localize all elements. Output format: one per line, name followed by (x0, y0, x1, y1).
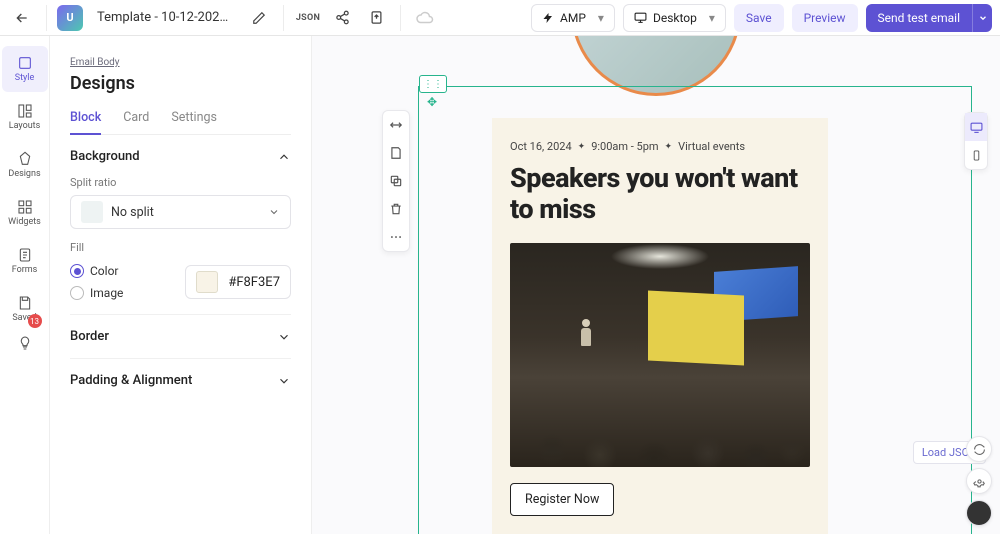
cloud-icon (416, 9, 434, 27)
trash-icon (389, 202, 403, 216)
template-title[interactable]: Template - 10-12-2024 … (89, 10, 239, 25)
split-ratio-select[interactable]: No split (70, 195, 291, 229)
panel-heading: Designs (70, 73, 291, 94)
refresh-button[interactable] (966, 436, 992, 462)
layouts-icon (17, 103, 33, 119)
move-handle[interactable]: ✥ (427, 95, 437, 109)
canvas[interactable]: ⋮⋮ ✥ Oct 16, 2024✦ 9:00am - 5pm✦ Virtual… (312, 36, 1000, 534)
notification-badge: 13 (28, 314, 42, 328)
rail-item-forms[interactable]: Forms (2, 238, 48, 284)
section-border-title: Border (70, 329, 109, 344)
device-toggle (964, 112, 988, 170)
fill-label: Fill (70, 241, 291, 254)
tab-block[interactable]: Block (70, 110, 101, 135)
preview-button[interactable]: Preview (792, 4, 858, 32)
back-button[interactable] (8, 4, 36, 32)
drag-handle[interactable]: ⋮⋮ (419, 75, 447, 93)
json-view-button[interactable]: JSON (294, 4, 322, 32)
card-meta: Oct 16, 2024✦ 9:00am - 5pm✦ Virtual even… (510, 140, 810, 153)
tablet-arrow-icon (369, 10, 384, 25)
tab-settings[interactable]: Settings (171, 110, 217, 134)
designs-icon (17, 151, 33, 167)
tool-delete[interactable] (383, 195, 409, 223)
left-rail: Style Layouts Designs Widgets Forms Save… (0, 36, 50, 534)
pencil-icon (252, 11, 266, 25)
viewport-select[interactable]: Desktop ▾ (623, 4, 726, 32)
swap-icon (389, 118, 403, 132)
arrow-left-icon (14, 10, 30, 26)
card-headline: Speakers you won't want to miss (510, 163, 810, 225)
device-desktop[interactable] (965, 113, 987, 141)
save-button[interactable]: Save (734, 4, 784, 32)
email-card[interactable]: Oct 16, 2024✦ 9:00am - 5pm✦ Virtual even… (492, 118, 828, 534)
rail-item-style[interactable]: Style (2, 46, 48, 92)
tool-save[interactable] (383, 139, 409, 167)
section-border-toggle[interactable]: Border (70, 329, 291, 344)
rail-item-designs[interactable]: Designs (2, 142, 48, 188)
bolt-icon (542, 12, 554, 24)
section-padding-title: Padding & Alignment (70, 373, 192, 388)
export-button[interactable] (362, 4, 390, 32)
block-toolbar (382, 110, 410, 252)
fill-radio-color[interactable]: Color (70, 264, 123, 278)
fill-radio-image[interactable]: Image (70, 286, 123, 300)
chevron-down-icon (268, 206, 280, 218)
monitor-icon (634, 11, 647, 24)
properties-panel: Email Body Designs Block Card Settings B… (50, 36, 312, 534)
color-input[interactable]: #F8F3E7 (185, 265, 291, 299)
section-background-toggle[interactable]: Background (70, 149, 291, 164)
saved-icon (17, 295, 33, 311)
send-dropdown[interactable] (972, 4, 992, 32)
tool-copy[interactable] (383, 167, 409, 195)
copy-icon (389, 174, 403, 188)
help-button[interactable] (966, 468, 992, 494)
rail-item-layouts[interactable]: Layouts (2, 94, 48, 140)
app-logo: U (57, 5, 83, 31)
chat-button[interactable] (966, 500, 992, 526)
lightbulb-icon (17, 335, 33, 351)
tool-swap[interactable] (383, 111, 409, 139)
breadcrumb[interactable]: Email Body (70, 57, 120, 68)
rename-button[interactable] (245, 4, 273, 32)
chevron-down-icon (277, 330, 291, 344)
format-select[interactable]: AMP ▾ (531, 4, 615, 32)
register-button[interactable]: Register Now (510, 483, 614, 516)
split-ratio-label: Split ratio (70, 176, 291, 189)
phone-icon (971, 149, 982, 162)
refresh-icon (973, 443, 986, 456)
share-button[interactable] (328, 4, 356, 32)
chevron-down-icon (978, 13, 988, 23)
device-mobile[interactable] (965, 141, 987, 169)
widgets-icon (17, 199, 33, 215)
color-swatch (196, 271, 218, 293)
forms-icon (17, 247, 33, 263)
chevron-down-icon (277, 374, 291, 388)
tab-card[interactable]: Card (123, 110, 149, 134)
rail-item-ideas[interactable]: 13 (2, 320, 48, 366)
section-background-title: Background (70, 149, 140, 164)
more-icon (389, 230, 403, 244)
chevron-up-icon (277, 150, 291, 164)
style-icon (17, 55, 33, 71)
send-test-email-button[interactable]: Send test email (866, 4, 973, 32)
tool-more[interactable] (383, 223, 409, 251)
color-value: #F8F3E7 (228, 275, 280, 290)
monitor-icon (970, 121, 983, 134)
section-padding-toggle[interactable]: Padding & Alignment (70, 373, 291, 388)
sync-status (411, 4, 439, 32)
card-image (510, 243, 810, 467)
topbar: U Template - 10-12-2024 … JSON AMP ▾ Des… (0, 0, 1000, 36)
settings-icon (973, 475, 986, 488)
rail-item-widgets[interactable]: Widgets (2, 190, 48, 236)
share-icon (335, 10, 350, 25)
save-block-icon (389, 146, 403, 160)
